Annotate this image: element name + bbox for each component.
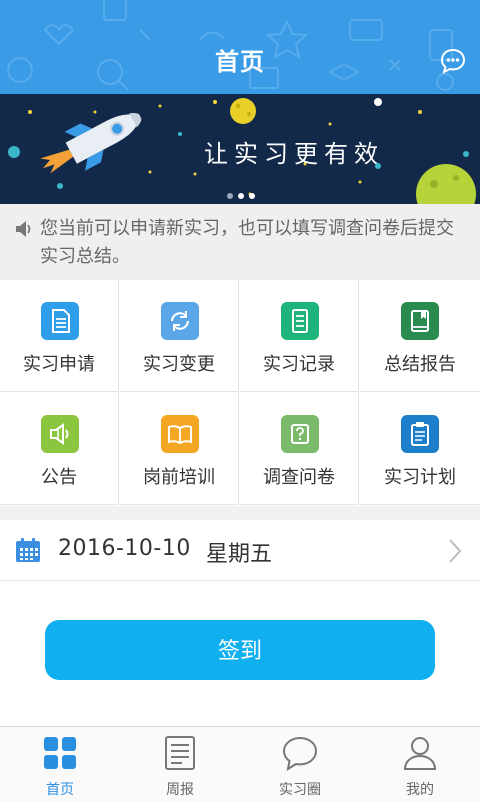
calendar-icon (16, 538, 40, 562)
sign-in-button[interactable]: 签到 (45, 620, 435, 680)
tab-label: 首页 (46, 782, 74, 798)
grid-item-label: 实习记录 (263, 354, 335, 375)
date-text: 2016-10-10 (58, 536, 191, 561)
book-icon (401, 302, 439, 340)
function-grid: 实习申请 实习变更 实习记录 总结报告 公告 岗前培训 调查问卷 实习计划 (0, 280, 480, 506)
grid-item-label: 实习变更 (143, 354, 215, 375)
chevron-right-icon (449, 539, 462, 563)
tab-weekly-report[interactable]: 周报 (120, 727, 240, 802)
list-icon (281, 302, 319, 340)
speaker-icon (16, 221, 31, 237)
speaker-icon (41, 415, 79, 453)
notice-bar: 您当前可以申请新实习，也可以填写调查问卷后提交实习总结。 (0, 204, 480, 280)
date-row[interactable]: 2016-10-10 星期五 (0, 520, 480, 581)
app-header: 首页 (0, 0, 480, 94)
open-book-icon (161, 415, 199, 453)
grid-item-questionnaire[interactable]: 调查问卷 (240, 393, 359, 505)
banner-slogan: 让实习更有效 (204, 140, 384, 168)
notice-text: 您当前可以申请新实习，也可以填写调查问卷后提交实习总结。 (40, 218, 454, 267)
tab-label: 周报 (166, 782, 194, 798)
report-icon (165, 736, 195, 770)
grid-item-pre-job-training[interactable]: 岗前培训 (120, 393, 239, 505)
tab-home[interactable]: 首页 (0, 727, 120, 802)
chat-bubble-icon (282, 736, 318, 771)
document-icon (41, 302, 79, 340)
grid-item-label: 公告 (41, 467, 77, 488)
page-title: 首页 (215, 48, 265, 76)
grid-item-summary-report[interactable]: 总结报告 (360, 280, 480, 392)
grid-item-announcement[interactable]: 公告 (0, 393, 119, 505)
grid-item-label: 实习计划 (384, 467, 456, 488)
carousel-indicator[interactable] (226, 192, 260, 200)
user-icon (403, 737, 437, 770)
tab-label: 我的 (406, 782, 434, 798)
section-divider (0, 506, 480, 520)
grid-item-label: 调查问卷 (263, 467, 335, 488)
question-icon (281, 415, 319, 453)
promo-banner[interactable]: 让实习更有效 (0, 94, 480, 204)
grid-item-internship-change[interactable]: 实习变更 (120, 280, 239, 392)
tab-internship-circle[interactable]: 实习圈 (240, 727, 360, 802)
refresh-icon (161, 302, 199, 340)
tab-mine[interactable]: 我的 (360, 727, 480, 802)
grid-item-internship-plan[interactable]: 实习计划 (360, 393, 480, 505)
grid-item-internship-records[interactable]: 实习记录 (240, 280, 359, 392)
tab-label: 实习圈 (279, 782, 321, 798)
chat-icon[interactable] (440, 48, 466, 74)
bottom-tab-bar: 首页 周报 实习圈 我的 (0, 726, 480, 802)
weekday-text: 星期五 (206, 542, 273, 567)
home-grid-icon (44, 737, 76, 769)
grid-item-label: 实习申请 (23, 354, 95, 375)
grid-item-label: 岗前培训 (143, 467, 215, 488)
clipboard-icon (401, 415, 439, 453)
grid-item-internship-apply[interactable]: 实习申请 (0, 280, 119, 392)
grid-item-label: 总结报告 (384, 354, 456, 375)
